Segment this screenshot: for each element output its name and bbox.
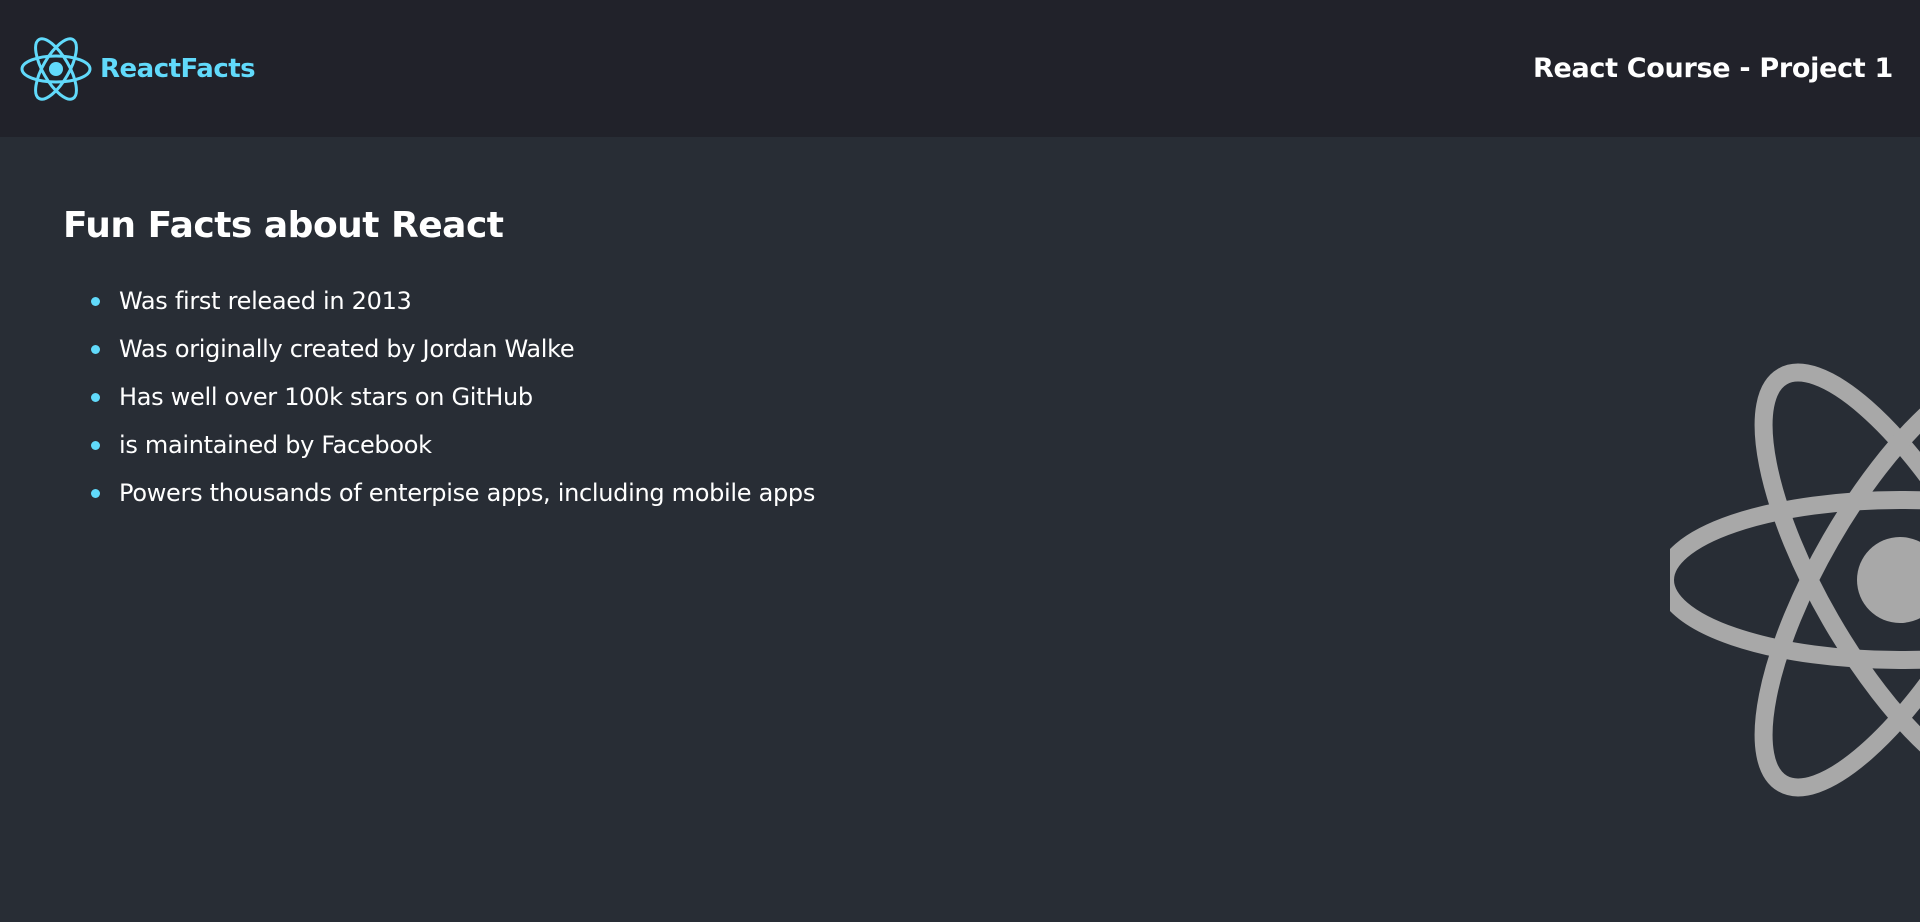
main-content: Fun Facts about React Was first releaed … <box>0 137 1920 922</box>
react-background-icon <box>1656 350 1920 814</box>
list-item: Has well over 100k stars on GitHub <box>91 382 815 430</box>
facts-list: Was first releaed in 2013 Was originally… <box>0 286 815 526</box>
list-item: Was first releaed in 2013 <box>91 286 815 334</box>
course-title: React Course - Project 1 <box>1532 53 1893 84</box>
list-item: Was originally created by Jordan Walke <box>91 334 815 382</box>
react-logo-icon <box>20 36 92 102</box>
navbar: ReactFacts React Course - Project 1 <box>0 0 1920 137</box>
brand-name: ReactFacts <box>100 53 256 84</box>
page-title: Fun Facts about React <box>63 205 504 246</box>
list-item: is maintained by Facebook <box>91 430 815 478</box>
list-item: Powers thousands of enterpise apps, incl… <box>91 478 815 526</box>
brand[interactable]: ReactFacts <box>20 36 256 102</box>
